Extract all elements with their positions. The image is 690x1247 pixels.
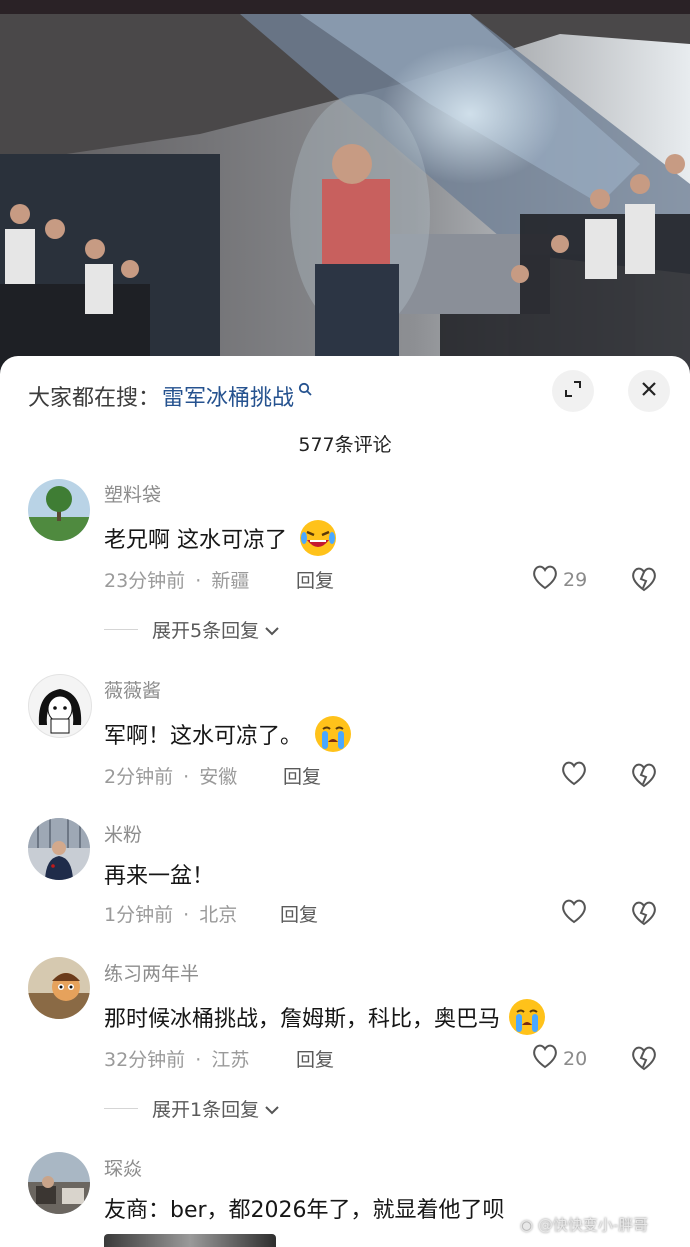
- comment-text: 老兄啊 这水可凉了: [104, 518, 338, 564]
- dislike-button[interactable]: [630, 762, 658, 792]
- crying-emoji-icon: [507, 997, 547, 1043]
- heart-icon: [531, 564, 559, 595]
- divider-line: [104, 1108, 138, 1109]
- broken-heart-icon: [630, 901, 658, 930]
- search-suggestion[interactable]: 大家都在搜： 雷军冰桶挑战: [28, 378, 312, 414]
- avatar[interactable]: [28, 1152, 90, 1214]
- expand-replies-button[interactable]: 展开1条回复: [104, 1095, 279, 1122]
- avatar[interactable]: [28, 818, 90, 880]
- comment-body: 友商：ber，都2026年了，就显着他了呗: [104, 1198, 505, 1223]
- dislike-button[interactable]: [630, 566, 658, 596]
- dislike-button[interactable]: [630, 1045, 658, 1075]
- broken-heart-icon: [630, 567, 658, 596]
- comment-meta: 23分钟前 · 新疆: [104, 566, 249, 593]
- comment-time: 23分钟前: [104, 570, 186, 592]
- laughing-crying-emoji-icon: [298, 518, 338, 564]
- comment-text: 军啊！这水可凉了。: [104, 714, 353, 760]
- heart-icon: [560, 898, 588, 929]
- comment-text: 再来一盆！: [104, 858, 214, 890]
- chevron-down-icon: [265, 1098, 279, 1120]
- search-prefix: 大家都在搜：: [28, 386, 161, 411]
- comment-time: 2分钟前: [104, 766, 174, 788]
- heart-icon: [531, 1043, 559, 1074]
- comment-body: 军啊！这水可凉了。: [104, 724, 303, 749]
- search-term[interactable]: 雷军冰桶挑战: [162, 380, 294, 412]
- reply-button[interactable]: 回复: [296, 1045, 334, 1072]
- meta-separator: ·: [195, 570, 202, 592]
- search-icon: [298, 381, 312, 400]
- heart-icon: [560, 760, 588, 791]
- like-count: 29: [563, 568, 588, 591]
- comment-location: 江苏: [211, 1049, 250, 1071]
- comment-location: 北京: [199, 904, 238, 926]
- comment-meta: 1分钟前 · 北京: [104, 900, 237, 927]
- dislike-button[interactable]: [630, 900, 658, 930]
- watermark-text: @快快变小-胖哥: [537, 1216, 649, 1234]
- video-frame: [0, 14, 690, 374]
- username[interactable]: 练习两年半: [104, 959, 199, 986]
- like-button[interactable]: 20: [531, 1043, 587, 1074]
- comment-body: 再来一盆！: [104, 864, 215, 889]
- meta-separator: ·: [195, 1049, 202, 1071]
- comment-location: 新疆: [211, 570, 250, 592]
- like-count: 20: [563, 1047, 588, 1070]
- comment-count: 577条评论: [298, 434, 392, 456]
- expand-replies-button[interactable]: 展开5条回复: [104, 616, 279, 643]
- close-button[interactable]: [628, 370, 670, 412]
- like-button[interactable]: [560, 898, 588, 929]
- comment-text: 那时候冰桶挑战，詹姆斯，科比，奥巴马: [104, 997, 547, 1043]
- weibo-watermark: ◉ @快快变小-胖哥: [520, 1214, 648, 1235]
- close-icon: [640, 380, 658, 402]
- crying-emoji-icon: [313, 714, 353, 760]
- status-bar: [0, 0, 690, 14]
- comment-meta: 32分钟前 · 江苏: [104, 1045, 249, 1072]
- reply-button[interactable]: 回复: [296, 566, 334, 593]
- like-button[interactable]: [560, 760, 588, 791]
- meta-separator: ·: [183, 904, 190, 926]
- broken-heart-icon: [630, 763, 658, 792]
- broken-heart-icon: [630, 1046, 658, 1075]
- like-button[interactable]: 29: [531, 564, 587, 595]
- expand-replies-label: 展开1条回复: [152, 1099, 260, 1121]
- expand-icon: [563, 379, 583, 403]
- comment-body: 那时候冰桶挑战，詹姆斯，科比，奥巴马: [104, 1007, 501, 1032]
- username[interactable]: 琛焱: [104, 1154, 142, 1181]
- comment-meta: 2分钟前 · 安徽: [104, 762, 237, 789]
- chevron-down-icon: [265, 619, 279, 641]
- comment-image-thumbnail[interactable]: [104, 1234, 276, 1247]
- comment-time: 32分钟前: [104, 1049, 186, 1071]
- username[interactable]: 薇薇酱: [104, 676, 161, 703]
- comment-time: 1分钟前: [104, 904, 174, 926]
- reply-button[interactable]: 回复: [280, 900, 318, 927]
- comment-text: 友商：ber，都2026年了，就显着他了呗: [104, 1192, 505, 1224]
- comment-body: 老兄啊 这水可凉了: [104, 528, 287, 553]
- username[interactable]: 塑料袋: [104, 480, 161, 507]
- avatar[interactable]: [28, 674, 92, 738]
- meta-separator: ·: [183, 766, 190, 788]
- comment-location: 安徽: [199, 766, 238, 788]
- avatar[interactable]: [28, 957, 90, 1019]
- video-player[interactable]: [0, 14, 690, 374]
- weibo-logo-icon: ◉: [520, 1216, 534, 1234]
- username[interactable]: 米粉: [104, 820, 142, 847]
- expand-fullscreen-button[interactable]: [552, 370, 594, 412]
- expand-replies-label: 展开5条回复: [152, 620, 260, 642]
- divider-line: [104, 629, 138, 630]
- avatar[interactable]: [28, 479, 90, 541]
- reply-button[interactable]: 回复: [283, 762, 321, 789]
